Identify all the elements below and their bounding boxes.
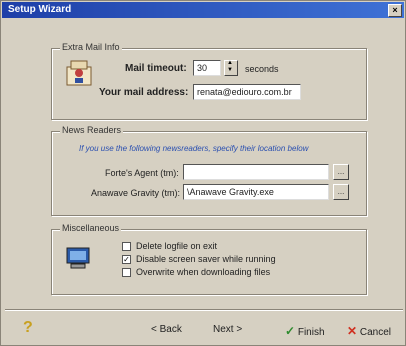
help-icon[interactable]: ? <box>23 319 33 337</box>
newsreaders-instruction: If you use the following newsreaders, sp… <box>79 144 309 153</box>
mail-timeout-label: Mail timeout: <box>125 63 187 74</box>
forte-agent-label: Forte's Agent (tm): <box>105 168 179 178</box>
overwrite-files-label: Overwrite when downloading files <box>136 267 271 277</box>
cancel-button[interactable]: ✕ Cancel <box>347 324 391 340</box>
mail-person-icon <box>65 59 93 87</box>
title-bar[interactable]: Setup Wizard × <box>2 2 404 18</box>
back-button[interactable]: < Back <box>151 324 182 340</box>
mail-timeout-spinner[interactable] <box>224 60 238 76</box>
mail-address-label: Your mail address: <box>99 87 189 98</box>
disable-screensaver-label: Disable screen saver while running <box>136 254 276 264</box>
finish-check-icon: ✓ <box>285 324 296 338</box>
anawave-gravity-browse-button[interactable]: ... <box>333 184 349 200</box>
next-button-label: Next > <box>213 324 243 335</box>
anawave-gravity-label: Anawave Gravity (tm): <box>91 188 181 198</box>
mail-address-input[interactable]: renata@ediouro.com.br <box>193 84 301 100</box>
delete-logfile-label: Delete logfile on exit <box>136 241 218 251</box>
window-title: Setup Wizard <box>8 4 72 15</box>
finish-button-label: Finish <box>297 327 325 338</box>
computer-icon <box>65 245 91 271</box>
disable-screensaver-checkbox[interactable]: ✓ <box>122 255 131 264</box>
next-button[interactable]: Next > <box>213 324 242 340</box>
forte-agent-browse-button[interactable]: ... <box>333 164 349 180</box>
news-readers-title: News Readers <box>60 125 124 135</box>
anawave-gravity-path-input[interactable]: \Anawave Gravity.exe <box>183 184 329 200</box>
cancel-x-icon: ✕ <box>347 324 358 338</box>
setup-wizard-window: Setup Wizard × Extra Mail Info Mail time… <box>0 0 406 346</box>
cancel-button-label: Cancel <box>359 327 391 338</box>
delete-logfile-checkbox[interactable] <box>122 242 131 251</box>
footer-divider <box>5 309 403 310</box>
finish-button[interactable]: ✓ Finish <box>285 324 325 340</box>
mail-timeout-input[interactable]: 30 <box>193 60 221 76</box>
close-button[interactable]: × <box>388 4 402 17</box>
extra-mail-title: Extra Mail Info <box>60 42 122 52</box>
forte-agent-path-input[interactable] <box>183 164 329 180</box>
overwrite-files-checkbox[interactable] <box>122 268 131 277</box>
mail-timeout-unit: seconds <box>245 64 279 74</box>
back-button-label: < Back <box>151 324 182 335</box>
misc-title: Miscellaneous <box>60 223 122 233</box>
